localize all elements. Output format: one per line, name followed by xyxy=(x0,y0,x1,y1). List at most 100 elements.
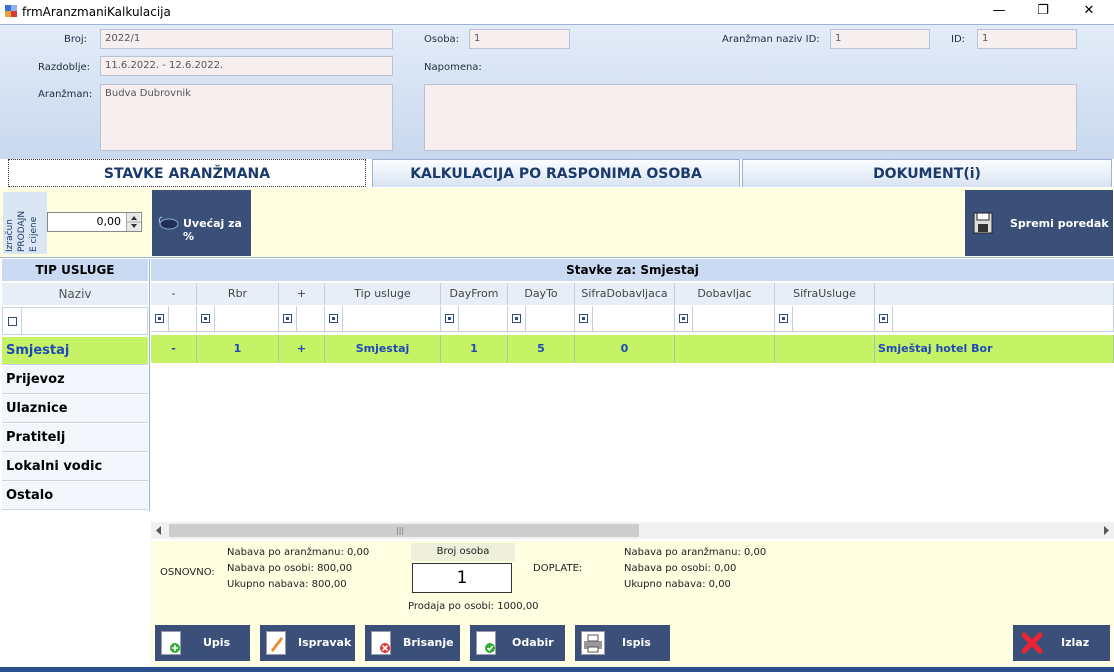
osnovno-label: OSNOVNO: xyxy=(160,567,215,578)
floppy-disk-icon xyxy=(973,212,993,234)
tip-usluge-item[interactable]: Lokalni vodic xyxy=(2,453,148,481)
brisanje-button[interactable]: Brisanje xyxy=(365,625,460,661)
odabir-button[interactable]: Odabir xyxy=(470,625,565,661)
table-cell[interactable]: 1 xyxy=(441,335,508,363)
prodaja-po-osobi: Prodaja po osobi: 1000,00 xyxy=(408,601,539,612)
column-filter[interactable] xyxy=(575,306,675,332)
document-header: Broj: 2022/1 Osoba: 1 Aranžman naziv ID:… xyxy=(0,24,1114,159)
aranzman-naziv-id-field[interactable]: 1 xyxy=(830,29,930,49)
scrollbar-thumb[interactable]: ||| xyxy=(169,524,639,537)
column-header[interactable]: SifraUsluge xyxy=(775,283,875,305)
filter-icon xyxy=(283,314,292,323)
tip-usluge-header: TIP USLUGE xyxy=(2,259,148,281)
ispravak-button[interactable]: Ispravak xyxy=(260,625,355,661)
table-cell[interactable] xyxy=(775,335,875,363)
ispis-button[interactable]: Ispis xyxy=(575,625,670,661)
table-cell[interactable]: 0 xyxy=(575,335,675,363)
column-filter[interactable] xyxy=(197,306,279,332)
table-cell[interactable]: 5 xyxy=(508,335,575,363)
column-filter[interactable] xyxy=(875,306,1114,332)
tip-usluge-item[interactable]: Ostalo xyxy=(2,482,148,510)
column-filter[interactable] xyxy=(325,306,441,332)
column-header[interactable] xyxy=(875,283,1114,305)
filter-icon xyxy=(512,314,521,323)
title-bar: frmAranzmaniKalkulacija — ❐ ✕ xyxy=(0,0,1114,24)
razdoblje-field[interactable]: 11.6.2022. - 12.6.2022. xyxy=(100,56,393,76)
column-header[interactable]: Rbr xyxy=(197,283,279,305)
filter-icon xyxy=(579,314,588,323)
doplate-nabava-po-aranzmanu: Nabava po aranžmanu: 0,00 xyxy=(624,547,767,558)
column-header[interactable]: Tip usluge xyxy=(325,283,441,305)
razdoblje-label: Razdoblje: xyxy=(38,62,90,73)
table-cell[interactable]: - xyxy=(151,335,197,363)
scroll-grip: ||| xyxy=(396,526,405,535)
ispravak-label: Ispravak xyxy=(298,636,352,649)
tip-usluge-panel: TIP USLUGE Naziv Smjestaj Prijevoz Ulazn… xyxy=(0,259,150,511)
grid-title: Stavke za: Smjestaj xyxy=(151,259,1114,281)
filter-icon xyxy=(201,314,210,323)
column-filter[interactable] xyxy=(151,306,197,332)
left-filter-row[interactable] xyxy=(2,307,148,335)
vertical-label-line-1: Izračun xyxy=(5,219,15,252)
filter-icon xyxy=(779,314,788,323)
column-filter[interactable] xyxy=(508,306,575,332)
column-header[interactable]: + xyxy=(279,283,325,305)
percent-spinner[interactable] xyxy=(126,213,141,231)
tip-usluge-item[interactable]: Pratitelj xyxy=(2,424,148,452)
tip-usluge-item[interactable]: Prijevoz xyxy=(2,366,148,394)
upis-button[interactable]: Upis xyxy=(155,625,250,661)
broj-label: Broj: xyxy=(64,34,88,45)
column-filter[interactable] xyxy=(675,306,775,332)
window-title: frmAranzmaniKalkulacija xyxy=(22,5,171,19)
filter-icon xyxy=(879,314,888,323)
filter-icon xyxy=(679,314,688,323)
broj-field[interactable]: 2022/1 xyxy=(100,29,393,49)
izlaz-button[interactable]: Izlaz xyxy=(1013,625,1110,661)
osnovno-nabava-po-aranzmanu: Nabava po aranžmanu: 0,00 xyxy=(227,547,370,558)
edit-pencil-icon xyxy=(266,631,286,655)
column-filter[interactable] xyxy=(775,306,875,332)
tab-dokumenti[interactable]: DOKUMENT(i) xyxy=(742,159,1112,187)
broj-osoba-input[interactable]: 1 xyxy=(412,563,512,593)
close-window-button[interactable]: ✕ xyxy=(1066,0,1112,22)
select-check-icon xyxy=(476,631,496,655)
table-cell[interactable]: + xyxy=(279,335,325,363)
aranzman-naziv-id-label: Aranžman naziv ID: xyxy=(722,34,820,45)
naziv-column-header[interactable]: Naziv xyxy=(2,283,148,305)
napomena-label: Napomena: xyxy=(424,62,482,73)
aranzman-label: Aranžman: xyxy=(38,89,93,100)
minimize-button[interactable]: — xyxy=(976,0,1022,22)
table-cell[interactable] xyxy=(675,335,775,363)
table-cell[interactable]: Smjestaj xyxy=(325,335,441,363)
scroll-left-icon[interactable] xyxy=(156,526,162,535)
table-cell[interactable]: 1 xyxy=(197,335,279,363)
column-header[interactable]: DayFrom xyxy=(441,283,508,305)
column-header[interactable]: Dobavljac xyxy=(675,283,775,305)
column-filter[interactable] xyxy=(441,306,508,332)
column-header[interactable]: - xyxy=(151,283,197,305)
napomena-field[interactable] xyxy=(424,84,1077,151)
brisanje-label: Brisanje xyxy=(403,636,454,649)
restore-button[interactable]: ❐ xyxy=(1020,0,1066,22)
aranzman-field[interactable]: Budva Dubrovnik xyxy=(100,84,393,151)
tip-usluge-item[interactable]: Smjestaj xyxy=(2,337,148,365)
tab-stavke-aranzmana[interactable]: STAVKE ARANŽMANA xyxy=(8,159,366,187)
save-order-button[interactable]: Spremi poredak xyxy=(965,190,1113,256)
column-header[interactable]: SifraDobavljaca xyxy=(575,283,675,305)
osnovno-ukupno-nabava: Ukupno nabava: 800,00 xyxy=(227,579,347,590)
scroll-right-icon[interactable] xyxy=(1103,526,1109,535)
vertical-label-line-3: E cijene xyxy=(29,216,39,252)
osoba-field[interactable]: 1 xyxy=(469,29,570,49)
new-document-icon xyxy=(161,631,181,655)
tab-kalkulacija-po-rasponima[interactable]: KALKULACIJA PO RASPONIMA OSOBA xyxy=(372,159,740,187)
id-field[interactable]: 1 xyxy=(977,29,1077,49)
table-cell[interactable]: Smještaj hotel Bor xyxy=(875,335,1114,363)
column-header[interactable]: DayTo xyxy=(508,283,575,305)
id-label: ID: xyxy=(951,34,966,45)
tip-usluge-item[interactable]: Ulaznice xyxy=(2,395,148,423)
osnovno-nabava-po-osobi: Nabava po osobi: 800,00 xyxy=(227,563,353,574)
column-filter[interactable] xyxy=(279,306,325,332)
doplate-ukupno-nabava: Ukupno nabava: 0,00 xyxy=(624,579,731,590)
filter-icon xyxy=(329,314,338,323)
increase-percent-button[interactable]: Uvećaj za % xyxy=(152,190,251,256)
